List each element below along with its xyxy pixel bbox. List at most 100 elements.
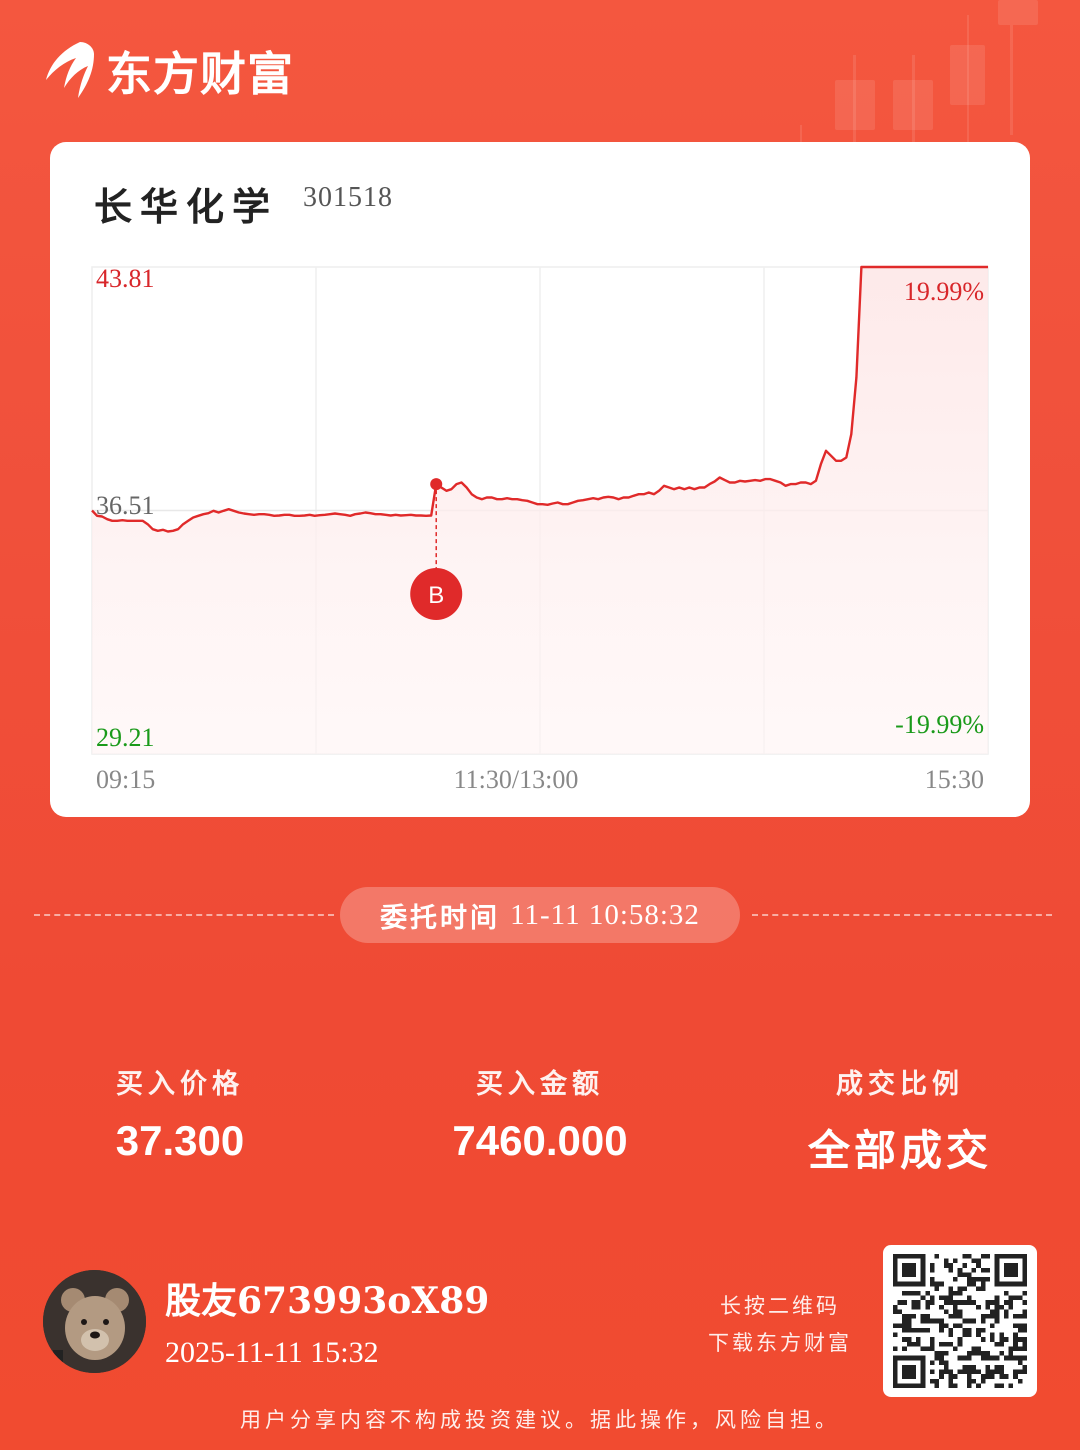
qr-module [971, 1281, 977, 1287]
qr-module [1008, 1351, 1014, 1356]
qr-module [925, 1346, 930, 1352]
qr-module [966, 1281, 972, 1287]
qr-module [999, 1374, 1004, 1379]
qr-module [1008, 1346, 1014, 1352]
fill-ratio-value: 全部成交 [807, 1126, 992, 1175]
qr-module [999, 1383, 1004, 1388]
qr-module [994, 1318, 1000, 1324]
qr-module [920, 1327, 926, 1333]
qr-module [929, 1369, 935, 1375]
fill-ratio-label: 成交比例 [836, 1069, 964, 1100]
qr-module [994, 1295, 1000, 1301]
dashed-divider-left [34, 914, 334, 916]
qr-module [976, 1277, 981, 1282]
qr-module [971, 1364, 977, 1370]
qr-module [897, 1309, 903, 1315]
pct-label-low: -19.99% [895, 710, 984, 739]
qr-module [893, 1332, 898, 1338]
qr-module [1013, 1314, 1018, 1319]
qr-module [916, 1290, 921, 1296]
qr-module [971, 1346, 977, 1352]
qr-module [929, 1300, 935, 1305]
qr-finder-module [902, 1364, 917, 1379]
qr-module [1022, 1369, 1027, 1375]
qr-module [916, 1304, 921, 1310]
qr-module [976, 1304, 981, 1310]
qr-module [994, 1300, 1000, 1305]
qr-module [971, 1258, 977, 1264]
qr-module [966, 1369, 972, 1375]
qr-module [976, 1258, 981, 1264]
qr-module [999, 1364, 1004, 1370]
qr-module [953, 1304, 958, 1310]
qr-module [902, 1346, 907, 1352]
stat-buy-price: 买入价格 37.300 [30, 1062, 330, 1165]
qr-module [920, 1314, 926, 1319]
qr-module [1003, 1300, 1009, 1305]
qr-module [939, 1327, 944, 1333]
qr-module [1003, 1355, 1009, 1361]
qr-module [897, 1323, 903, 1328]
qr-module [985, 1364, 991, 1370]
qr-module [929, 1360, 935, 1365]
qr-module [1008, 1295, 1014, 1301]
qr-module [980, 1318, 986, 1324]
qr-module [971, 1277, 977, 1282]
qr-module [966, 1327, 972, 1333]
qr-module [971, 1318, 977, 1324]
qr-module [980, 1378, 986, 1384]
qr-module [939, 1318, 944, 1324]
download-qr-code[interactable] [883, 1245, 1037, 1397]
buy-amount-value: 7460.000 [452, 1117, 628, 1164]
qr-module [1013, 1355, 1018, 1361]
qr-module [1017, 1314, 1023, 1319]
qr-module [911, 1341, 917, 1347]
qr-module [953, 1300, 958, 1305]
qr-module [966, 1272, 972, 1278]
qr-module [1017, 1369, 1023, 1375]
qr-module [990, 1332, 995, 1338]
qr-module [929, 1341, 935, 1347]
qr-module [948, 1341, 954, 1347]
qr-module [906, 1314, 912, 1319]
qr-module [957, 1290, 963, 1296]
qr-module [948, 1332, 954, 1338]
qr-module [906, 1337, 912, 1342]
qr-module [994, 1304, 1000, 1310]
background-candles-decoration [800, 0, 1038, 155]
qr-module [948, 1290, 954, 1296]
qr-module [994, 1314, 1000, 1319]
qr-module [1022, 1346, 1027, 1352]
qr-module [948, 1295, 954, 1301]
qr-module [1013, 1341, 1018, 1347]
qr-module [925, 1318, 930, 1324]
qr-module [962, 1272, 967, 1278]
qr-module [957, 1272, 963, 1278]
qr-module [906, 1290, 912, 1296]
qr-module [953, 1258, 958, 1264]
user-name: 股友673993oX89 [165, 1280, 490, 1322]
qr-module [985, 1355, 991, 1361]
qr-module [934, 1254, 940, 1259]
qr-module [990, 1309, 995, 1315]
qr-module [985, 1351, 991, 1356]
stock-chart-card: 长华化学 301518 B 43.81 36.51 29.21 19.99% -… [50, 142, 1030, 817]
qr-module [911, 1327, 917, 1333]
qr-module [1013, 1295, 1018, 1301]
qr-module [943, 1309, 949, 1315]
qr-module [943, 1263, 949, 1268]
qr-module [980, 1286, 986, 1291]
qr-module [999, 1337, 1004, 1342]
brand-header: 东方财富 [40, 38, 294, 104]
qr-module [939, 1295, 944, 1301]
qr-module [980, 1314, 986, 1319]
teddy-bear-avatar[interactable] [43, 1270, 146, 1373]
qr-module [966, 1318, 972, 1324]
qr-module [953, 1314, 958, 1319]
qr-module [939, 1369, 944, 1375]
buy-amount-label: 买入金额 [476, 1069, 604, 1100]
qr-module [893, 1346, 898, 1352]
qr-module [1022, 1355, 1027, 1361]
buy-price-value: 37.300 [115, 1117, 245, 1164]
qr-module [980, 1267, 986, 1273]
